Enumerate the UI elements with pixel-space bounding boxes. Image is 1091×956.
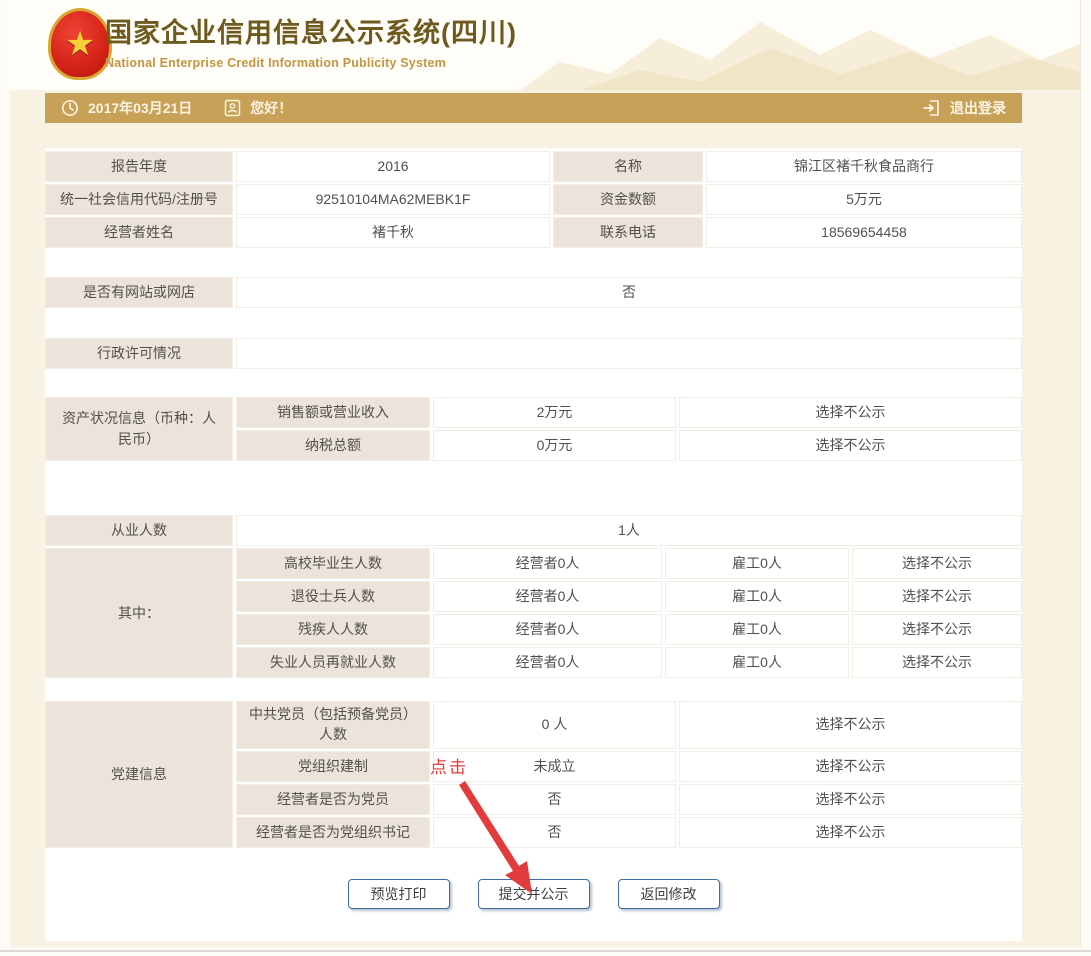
- table-row: 经营者是否为党组织书记 否 选择不公示: [236, 817, 1022, 848]
- table-row: 统一社会信用代码/注册号 92510104MA62MEBK1F 资金数额 5万元: [45, 184, 1022, 215]
- table-row: 退役士兵人数 经营者0人 雇工0人 选择不公示: [236, 581, 1022, 612]
- operator-count: 经营者0人: [433, 647, 662, 678]
- field-label: 报告年度: [45, 151, 233, 182]
- field-label: 是否有网站或网店: [45, 277, 233, 308]
- site-subtitle: National Enterprise Credit Information P…: [105, 56, 517, 70]
- operator-count: 经营者0人: [433, 614, 662, 645]
- group-label: 党建信息: [45, 701, 233, 848]
- publicity-choice: 选择不公示: [679, 397, 1022, 428]
- field-value: 18569654458: [706, 217, 1022, 248]
- field-label: 联系电话: [553, 217, 703, 248]
- current-date: 2017年03月21日: [88, 98, 192, 118]
- back-modify-button[interactable]: 返回修改: [618, 879, 720, 909]
- site-title: 国家企业信用信息公示系统(四川): [105, 11, 517, 50]
- status-bar: 2017年03月21日 您好！ 退出登录: [45, 93, 1022, 123]
- publicity-choice: 选择不公示: [679, 784, 1022, 815]
- logout-button[interactable]: 退出登录: [922, 98, 1006, 118]
- table-row: 失业人员再就业人数 经营者0人 雇工0人 选择不公示: [236, 647, 1022, 678]
- greeting-text: 您好！: [250, 98, 292, 118]
- field-value: 0万元: [433, 430, 676, 461]
- field-value: 92510104MA62MEBK1F: [236, 184, 550, 215]
- page-bottom-border: [0, 950, 1091, 952]
- field-label: 经营者是否为党组织书记: [236, 817, 430, 848]
- employees-total-row: 从业人数 1人: [45, 515, 1022, 546]
- logout-icon: [922, 99, 941, 117]
- mountain-watermark-icon: [520, 0, 1080, 90]
- id-card-icon: [224, 99, 241, 117]
- employee-count: 雇工0人: [665, 581, 849, 612]
- site-header: ★ 国家企业信用信息公示系统(四川) National Enterprise C…: [10, 0, 1080, 90]
- publicity-choice: 选择不公示: [852, 548, 1022, 579]
- title-block: 国家企业信用信息公示系统(四川) National Enterprise Cre…: [105, 11, 517, 70]
- field-value: [236, 338, 1022, 369]
- publicity-choice: 选择不公示: [679, 817, 1022, 848]
- table-row: 报告年度 2016 名称 锦江区褚千秋食品商行: [45, 151, 1022, 182]
- table-row: 高校毕业生人数 经营者0人 雇工0人 选择不公示: [236, 548, 1022, 579]
- operator-count: 经营者0人: [433, 548, 662, 579]
- field-label: 经营者是否为党员: [236, 784, 430, 815]
- publicity-choice: 选择不公示: [852, 581, 1022, 612]
- page: ★ 国家企业信用信息公示系统(四川) National Enterprise C…: [0, 0, 1091, 956]
- field-value: 锦江区褚千秋食品商行: [706, 151, 1022, 182]
- field-value: 5万元: [706, 184, 1022, 215]
- table-row: 残疾人人数 经营者0人 雇工0人 选择不公示: [236, 614, 1022, 645]
- table-row: 经营者姓名 褚千秋 联系电话 18569654458: [45, 217, 1022, 248]
- employee-count: 雇工0人: [665, 548, 849, 579]
- website-row: 是否有网站或网店 否: [45, 277, 1022, 308]
- field-label: 高校毕业生人数: [236, 548, 430, 579]
- employee-count: 雇工0人: [665, 647, 849, 678]
- field-value: 2016: [236, 151, 550, 182]
- field-label: 残疾人人数: [236, 614, 430, 645]
- star-icon: ★: [65, 27, 95, 61]
- field-label: 党组织建制: [236, 751, 430, 782]
- logout-label: 退出登录: [950, 98, 1006, 118]
- national-emblem-logo: ★: [48, 8, 112, 80]
- publicity-choice: 选择不公示: [679, 751, 1022, 782]
- field-label: 名称: [553, 151, 703, 182]
- field-value: 否: [236, 277, 1022, 308]
- employee-count: 雇工0人: [665, 614, 849, 645]
- field-label: 纳税总额: [236, 430, 430, 461]
- publicity-choice: 选择不公示: [679, 701, 1022, 749]
- field-value: 1人: [236, 515, 1022, 546]
- field-label: 退役士兵人数: [236, 581, 430, 612]
- preview-print-button[interactable]: 预览打印: [348, 879, 450, 909]
- field-label: 资金数额: [553, 184, 703, 215]
- publicity-choice: 选择不公示: [852, 647, 1022, 678]
- field-label: 中共党员（包括预备党员）人数: [236, 701, 430, 749]
- operator-count: 经营者0人: [433, 581, 662, 612]
- field-label: 行政许可情况: [45, 338, 233, 369]
- license-row: 行政许可情况: [45, 338, 1022, 369]
- field-value: 褚千秋: [236, 217, 550, 248]
- assets-section: 资产状况信息（币种：人民币） 销售额或营业收入 2万元 选择不公示 纳税总额 0…: [45, 397, 1022, 461]
- table-row: 中共党员（包括预备党员）人数 0 人 选择不公示: [236, 701, 1022, 749]
- field-label: 失业人员再就业人数: [236, 647, 430, 678]
- field-label: 销售额或营业收入: [236, 397, 430, 428]
- table-row: 经营者是否为党员 否 选择不公示: [236, 784, 1022, 815]
- field-label: 从业人数: [45, 515, 233, 546]
- publicity-choice: 选择不公示: [679, 430, 1022, 461]
- clock-icon: [61, 99, 79, 117]
- click-annotation-arrow-icon: [440, 776, 550, 901]
- table-row: 纳税总额 0万元 选择不公示: [236, 430, 1022, 461]
- table-row: 销售额或营业收入 2万元 选择不公示: [236, 397, 1022, 428]
- click-annotation-label: 点击: [430, 753, 468, 778]
- field-value: 0 人: [433, 701, 676, 749]
- field-label: 统一社会信用代码/注册号: [45, 184, 233, 215]
- group-label: 资产状况信息（币种：人民币）: [45, 397, 233, 461]
- group-label: 其中：: [45, 548, 233, 678]
- publicity-choice: 选择不公示: [852, 614, 1022, 645]
- table-row: 党组织建制 未成立 选择不公示: [236, 751, 1022, 782]
- field-label: 经营者姓名: [45, 217, 233, 248]
- field-value: 2万元: [433, 397, 676, 428]
- employees-breakdown-section: 其中： 高校毕业生人数 经营者0人 雇工0人 选择不公示 退役士兵人数 经营者0…: [45, 548, 1022, 678]
